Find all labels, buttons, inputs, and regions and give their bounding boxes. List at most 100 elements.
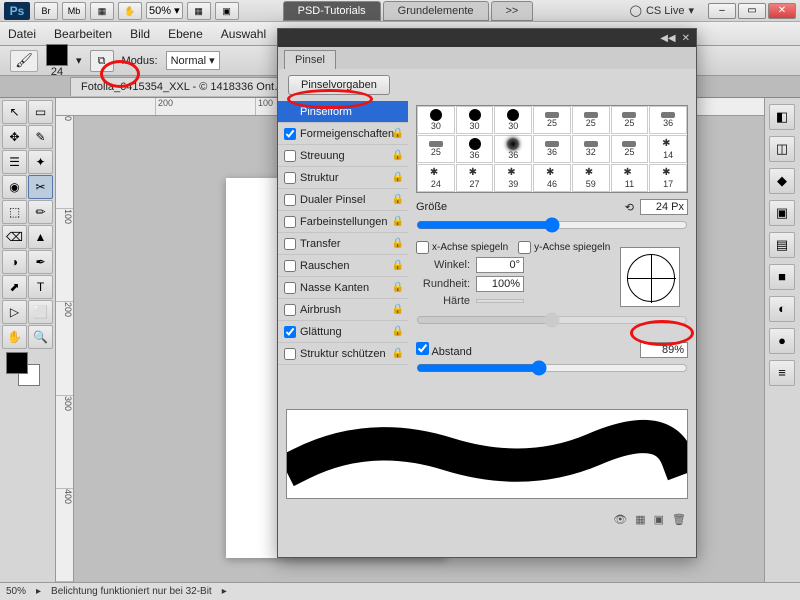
menu-datei[interactable]: Datei: [8, 27, 36, 41]
brush-tip-cell[interactable]: 36: [494, 135, 532, 163]
tool-preset-icon[interactable]: 🖌: [10, 50, 38, 72]
brush-presets-button[interactable]: Pinselvorgaben: [288, 75, 390, 95]
brush-option-row[interactable]: Airbrush🔒: [278, 299, 408, 321]
brush-tip-cell[interactable]: ✱14: [649, 135, 687, 163]
fg-bg-swatch[interactable]: [2, 350, 53, 390]
window-close-button[interactable]: ✕: [768, 3, 796, 19]
tool-item[interactable]: ✏: [28, 200, 53, 224]
blend-mode-select[interactable]: Normal ▾: [166, 51, 220, 70]
bridge-button[interactable]: Br: [34, 2, 58, 20]
brush-option-row[interactable]: Formeigenschaften🔒: [278, 123, 408, 145]
minibridge-button[interactable]: Mb: [62, 2, 86, 20]
cslive-button[interactable]: ◯ CS Live ▾: [630, 4, 694, 17]
window-maximize-button[interactable]: ▭: [738, 3, 766, 19]
flip-x-checkbox[interactable]: x-Achse spiegeln: [416, 241, 508, 254]
brush-option-row[interactable]: Pinselform: [278, 101, 408, 123]
workspace-tab-active[interactable]: PSD-Tutorials: [283, 1, 381, 21]
tool-item[interactable]: ⬈: [2, 275, 27, 299]
tool-item[interactable]: ▭: [28, 100, 53, 124]
tool-item[interactable]: ✂: [28, 175, 53, 199]
dock-icon[interactable]: ◐: [769, 296, 795, 322]
angle-control[interactable]: [620, 247, 680, 307]
brush-tip-cell[interactable]: 25: [533, 106, 571, 134]
roundness-input[interactable]: 100%: [476, 276, 524, 292]
menu-bild[interactable]: Bild: [130, 27, 150, 41]
spacing-input[interactable]: 89%: [640, 342, 688, 358]
view-extras-icon[interactable]: ▦: [187, 2, 211, 20]
view-icon[interactable]: ▦: [90, 2, 114, 20]
brush-tip-cell[interactable]: 30: [494, 106, 532, 134]
brush-option-row[interactable]: Farbeinstellungen🔒: [278, 211, 408, 233]
brush-option-row[interactable]: Struktur🔒: [278, 167, 408, 189]
brush-option-row[interactable]: Dualer Pinsel🔒: [278, 189, 408, 211]
dock-icon[interactable]: ◧: [769, 104, 795, 130]
size-input[interactable]: 24 Px: [640, 199, 688, 215]
brush-tip-cell[interactable]: 30: [417, 106, 455, 134]
size-reset-icon[interactable]: ⟲: [625, 201, 634, 214]
brush-tip-cell[interactable]: ✱39: [494, 164, 532, 192]
new-preset-icon[interactable]: ▣: [654, 513, 664, 526]
screen-mode-icon[interactable]: ▣: [215, 2, 239, 20]
panel-header[interactable]: ◀◀ ✕: [278, 29, 696, 47]
flip-y-checkbox[interactable]: y-Achse spiegeln: [518, 241, 610, 254]
tool-item[interactable]: ☰: [2, 150, 27, 174]
tool-item[interactable]: ✒: [28, 250, 53, 274]
window-minimize-button[interactable]: –: [708, 3, 736, 19]
tool-item[interactable]: ⬜: [28, 300, 53, 324]
brush-tip-cell[interactable]: 25: [572, 106, 610, 134]
panel-icon[interactable]: ▦: [635, 513, 645, 526]
brush-size-dropdown-icon[interactable]: ▾: [76, 54, 82, 67]
status-arrow-icon[interactable]: ▸: [222, 586, 227, 597]
brush-tip-cell[interactable]: 36: [649, 106, 687, 134]
brush-option-row[interactable]: Nasse Kanten🔒: [278, 277, 408, 299]
dock-icon[interactable]: ▤: [769, 232, 795, 258]
hand-icon[interactable]: ✋: [118, 2, 142, 20]
panel-tab-pinsel[interactable]: Pinsel: [284, 50, 336, 69]
workspace-more[interactable]: >>: [491, 1, 534, 21]
menu-ebene[interactable]: Ebene: [168, 27, 203, 41]
brush-option-row[interactable]: Transfer🔒: [278, 233, 408, 255]
delete-icon[interactable]: 🗑: [672, 513, 686, 526]
tool-item[interactable]: ✥: [2, 125, 27, 149]
dock-icon[interactable]: ◆: [769, 168, 795, 194]
brush-tip-cell[interactable]: ✱46: [533, 164, 571, 192]
zoom-select[interactable]: 50% ▾: [146, 2, 183, 19]
angle-input[interactable]: 0°: [476, 257, 524, 273]
brush-tip-cell[interactable]: 25: [417, 135, 455, 163]
brush-option-row[interactable]: Struktur schützen🔒: [278, 343, 408, 365]
dock-icon[interactable]: ●: [769, 328, 795, 354]
brush-option-row[interactable]: Rauschen🔒: [278, 255, 408, 277]
tool-item[interactable]: 🔍: [28, 325, 53, 349]
brush-tip-cell[interactable]: ✱59: [572, 164, 610, 192]
dock-icon[interactable]: ▣: [769, 200, 795, 226]
tool-item[interactable]: ◉: [2, 175, 27, 199]
brush-tip-cell[interactable]: 32: [572, 135, 610, 163]
brush-tip-cell[interactable]: ✱17: [649, 164, 687, 192]
tool-item[interactable]: ✎: [28, 125, 53, 149]
tool-item[interactable]: ▷: [2, 300, 27, 324]
brush-option-row[interactable]: Streuung🔒: [278, 145, 408, 167]
tool-item[interactable]: ◑: [2, 250, 27, 274]
brush-tip-cell[interactable]: 36: [533, 135, 571, 163]
tool-item[interactable]: ↖: [2, 100, 27, 124]
status-zoom[interactable]: 50%: [6, 586, 26, 597]
brush-option-row[interactable]: Glättung🔒: [278, 321, 408, 343]
tool-item[interactable]: ⬚: [2, 200, 27, 224]
spacing-checkbox[interactable]: Abstand: [416, 342, 472, 358]
brush-tip-cell[interactable]: ✱24: [417, 164, 455, 192]
document-tab[interactable]: Fotolia_6415354_XXL - © 1418336 Ont…: [70, 77, 296, 96]
status-arrow-icon[interactable]: ▸: [36, 586, 41, 597]
tool-item[interactable]: ⌫: [2, 225, 27, 249]
spacing-slider[interactable]: [416, 360, 688, 376]
dock-icon[interactable]: ◫: [769, 136, 795, 162]
brush-tip-cell[interactable]: ✱11: [611, 164, 649, 192]
tool-item[interactable]: ✋: [2, 325, 27, 349]
panel-collapse-icon[interactable]: ◀◀: [660, 33, 675, 44]
tool-item[interactable]: ✦: [28, 150, 53, 174]
tool-item[interactable]: T: [28, 275, 53, 299]
menu-bearbeiten[interactable]: Bearbeiten: [54, 27, 112, 41]
menu-auswahl[interactable]: Auswahl: [221, 27, 266, 41]
brush-tip-cell[interactable]: 25: [611, 106, 649, 134]
brush-tip-cell[interactable]: ✱27: [456, 164, 494, 192]
panel-icon[interactable]: 👁: [613, 513, 627, 526]
